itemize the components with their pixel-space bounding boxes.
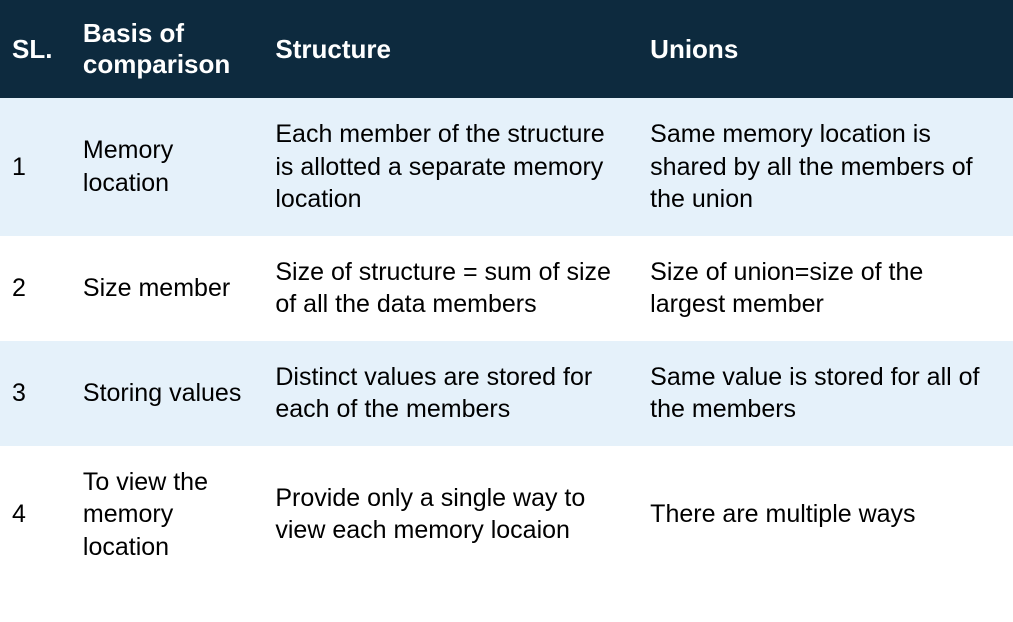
header-unions: Unions	[638, 0, 1013, 98]
table-row: 4 To view the memory location Provide on…	[0, 446, 1013, 584]
cell-basis: Storing values	[71, 341, 263, 446]
cell-basis: Memory location	[71, 98, 263, 236]
cell-unions: There are multiple ways	[638, 446, 1013, 584]
header-structure: Structure	[263, 0, 638, 98]
table-header-row: SL. Basis of comparison Structure Unions	[0, 0, 1013, 98]
table-row: 1 Memory location Each member of the str…	[0, 98, 1013, 236]
cell-sl: 1	[0, 98, 71, 236]
table-row: 2 Size member Size of structure = sum of…	[0, 236, 1013, 341]
cell-unions: Size of union=size of the largest member	[638, 236, 1013, 341]
cell-unions: Same value is stored for all of the memb…	[638, 341, 1013, 446]
cell-sl: 4	[0, 446, 71, 584]
header-sl: SL.	[0, 0, 71, 98]
cell-unions: Same memory location is shared by all th…	[638, 98, 1013, 236]
table-row: 3 Storing values Distinct values are sto…	[0, 341, 1013, 446]
cell-basis: To view the memory location	[71, 446, 263, 584]
cell-sl: 2	[0, 236, 71, 341]
cell-structure: Provide only a single way to view each m…	[263, 446, 638, 584]
cell-structure: Distinct values are stored for each of t…	[263, 341, 638, 446]
header-basis: Basis of comparison	[71, 0, 263, 98]
cell-basis: Size member	[71, 236, 263, 341]
cell-structure: Each member of the structure is allotted…	[263, 98, 638, 236]
cell-sl: 3	[0, 341, 71, 446]
cell-structure: Size of structure = sum of size of all t…	[263, 236, 638, 341]
comparison-table: SL. Basis of comparison Structure Unions…	[0, 0, 1013, 583]
